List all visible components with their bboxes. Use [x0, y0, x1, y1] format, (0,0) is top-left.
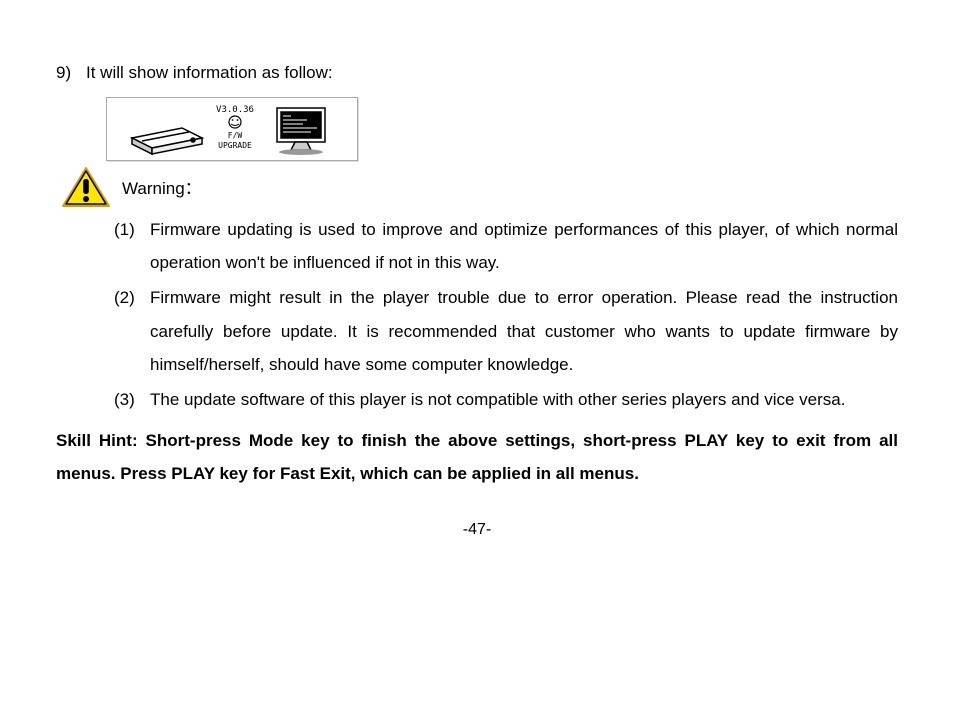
step-row: 9) It will show information as follow:	[56, 56, 898, 89]
warning-item-number: (2)	[114, 281, 150, 314]
skill-hint: Skill Hint: Short-press Mode key to fini…	[56, 424, 898, 490]
illustration-container: V3.0.36 F/W UPGRADE	[106, 97, 898, 161]
warning-header: Warning：	[60, 165, 898, 211]
svg-text:F/W: F/W	[228, 131, 243, 140]
warning-item-number: (3)	[114, 383, 150, 416]
warning-icon	[60, 165, 112, 211]
warning-item: (1) Firmware updating is used to improve…	[114, 213, 898, 279]
svg-text:UPGRADE: UPGRADE	[218, 141, 252, 150]
warning-item-number: (1)	[114, 213, 150, 246]
warning-label: Warning：	[122, 172, 202, 205]
page-number: -47-	[56, 514, 898, 545]
firmware-upgrade-illustration: V3.0.36 F/W UPGRADE	[106, 97, 358, 161]
warning-item: (2) Firmware might result in the player …	[114, 281, 898, 380]
step-text: It will show information as follow:	[86, 56, 898, 89]
warning-item: (3) The update software of this player i…	[114, 383, 898, 416]
warning-item-text: Firmware updating is used to improve and…	[150, 213, 898, 279]
warning-item-text: The update software of this player is no…	[150, 383, 898, 416]
svg-text:V3.0.36: V3.0.36	[216, 105, 254, 115]
step-number: 9)	[56, 56, 86, 89]
warning-list: (1) Firmware updating is used to improve…	[114, 213, 898, 416]
warning-item-text: Firmware might result in the player trou…	[150, 281, 898, 380]
